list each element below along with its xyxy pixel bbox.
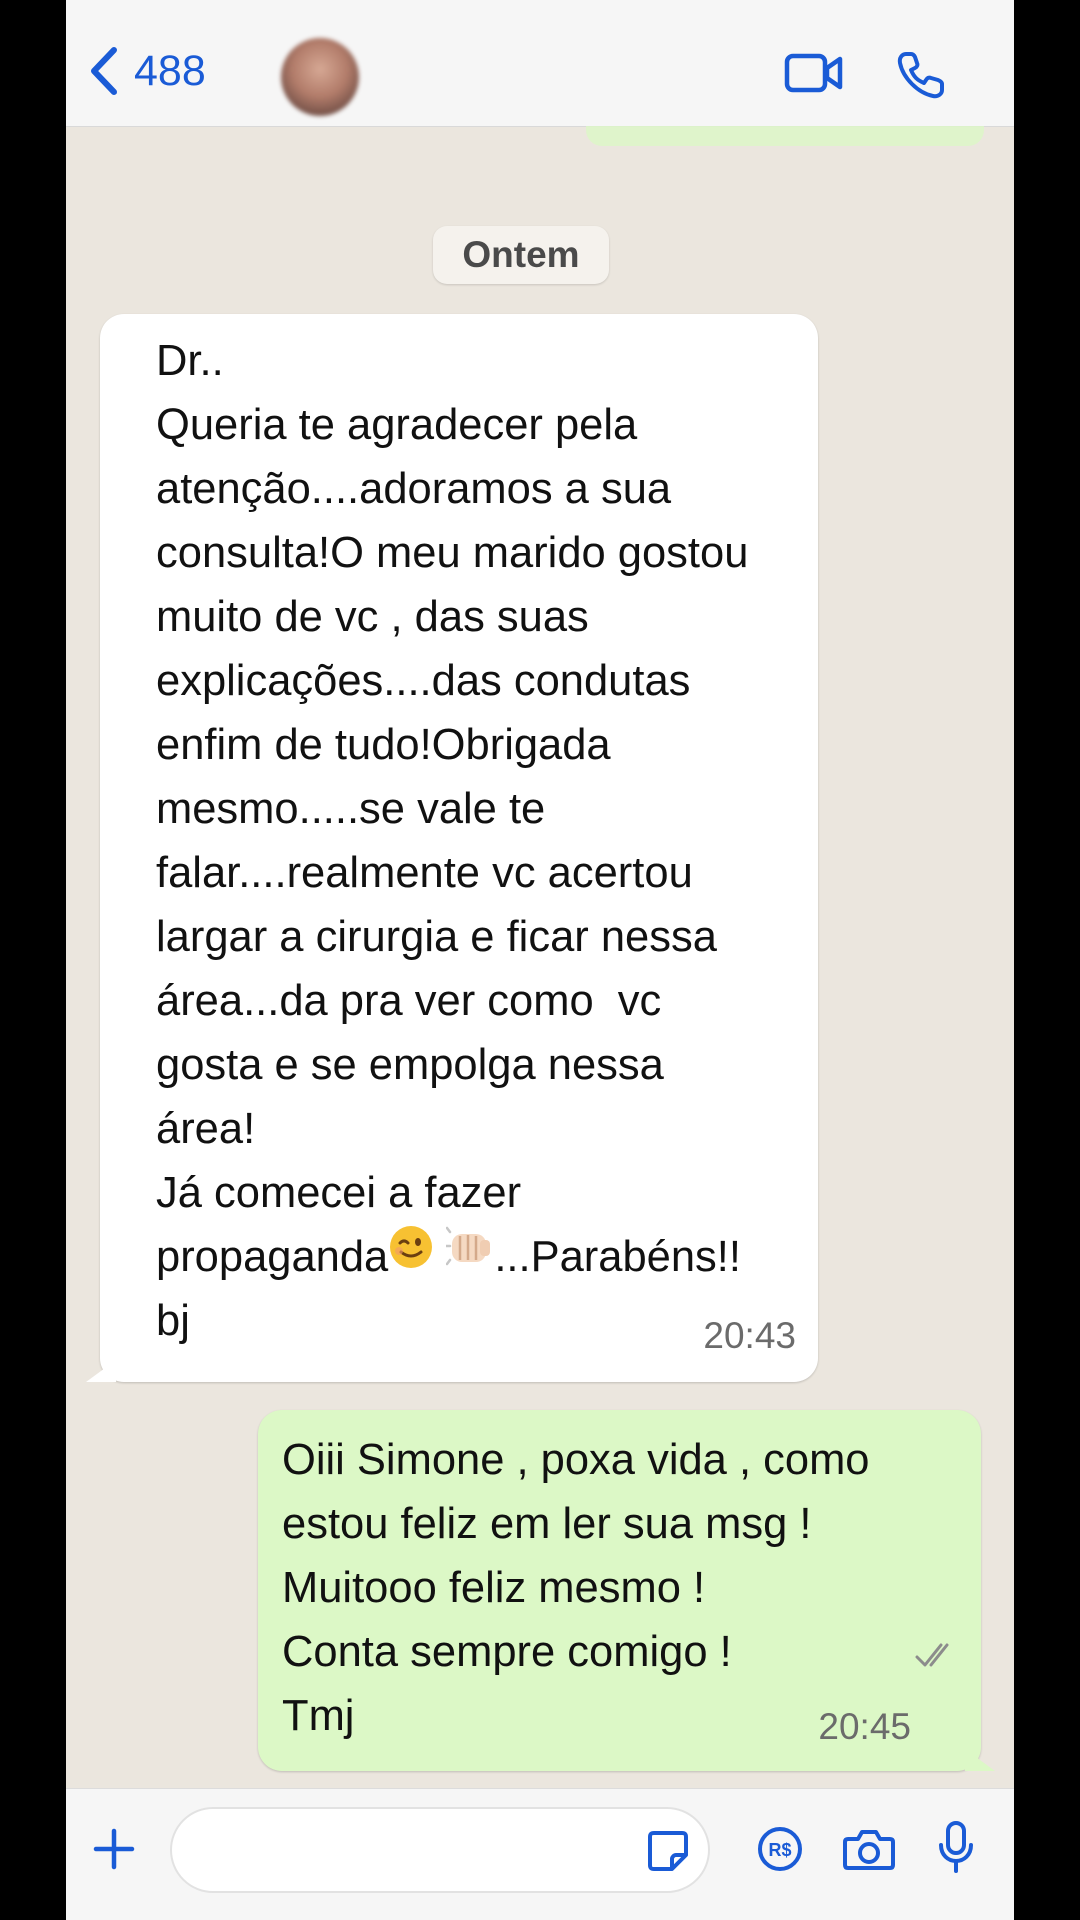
- video-call-button[interactable]: [784, 50, 844, 101]
- message-input[interactable]: [170, 1807, 710, 1893]
- phone-icon: [897, 52, 944, 99]
- video-icon: [784, 53, 843, 93]
- sticker-icon: [648, 1831, 688, 1871]
- chevron-left-icon: [91, 47, 117, 95]
- plus-icon: [93, 1828, 135, 1870]
- previous-message-bubble: [586, 126, 984, 146]
- winking-face-icon: [388, 1224, 434, 1288]
- outgoing-message[interactable]: Oiii Simone , poxa vida , como estou fel…: [258, 1410, 995, 1771]
- avatar[interactable]: [281, 38, 359, 116]
- message-line-after-emoji: ...Parabéns!!: [494, 1233, 741, 1281]
- read-receipt-icon: [840, 1561, 957, 1753]
- sticker-button[interactable]: [646, 1829, 690, 1878]
- back-button[interactable]: 488: [86, 44, 206, 98]
- camera-button[interactable]: [842, 1825, 896, 1878]
- voice-call-button[interactable]: [896, 50, 946, 105]
- unread-count: 488: [134, 46, 206, 95]
- message-line-before-emoji: propaganda: [156, 1233, 389, 1281]
- message-signoff: bj: [156, 1297, 190, 1345]
- attach-button[interactable]: [90, 1825, 138, 1878]
- incoming-message[interactable]: Dr.. Queria te agradecer pela atenção...…: [86, 314, 818, 1382]
- message-body: Dr.. Queria te agradecer pela atenção...…: [156, 337, 749, 1217]
- phone-screen: 488 Ontem Dr.. Queria te agradecer pela …: [66, 0, 1014, 1920]
- payment-button[interactable]: R$: [756, 1825, 804, 1878]
- message-text: Dr.. Queria te agradecer pela atenção...…: [156, 329, 816, 1353]
- camera-icon: [843, 1830, 895, 1870]
- svg-text:R$: R$: [768, 1840, 791, 1860]
- microphone-button[interactable]: [936, 1819, 976, 1880]
- payment-icon: R$: [758, 1827, 802, 1871]
- chat-header: 488: [66, 0, 1014, 127]
- message-time: 20:43: [703, 1315, 796, 1356]
- composer-bar: R$: [66, 1788, 1014, 1920]
- microphone-icon: [939, 1821, 973, 1873]
- date-separator: Ontem: [433, 226, 609, 284]
- fist-bump-icon: [445, 1224, 494, 1288]
